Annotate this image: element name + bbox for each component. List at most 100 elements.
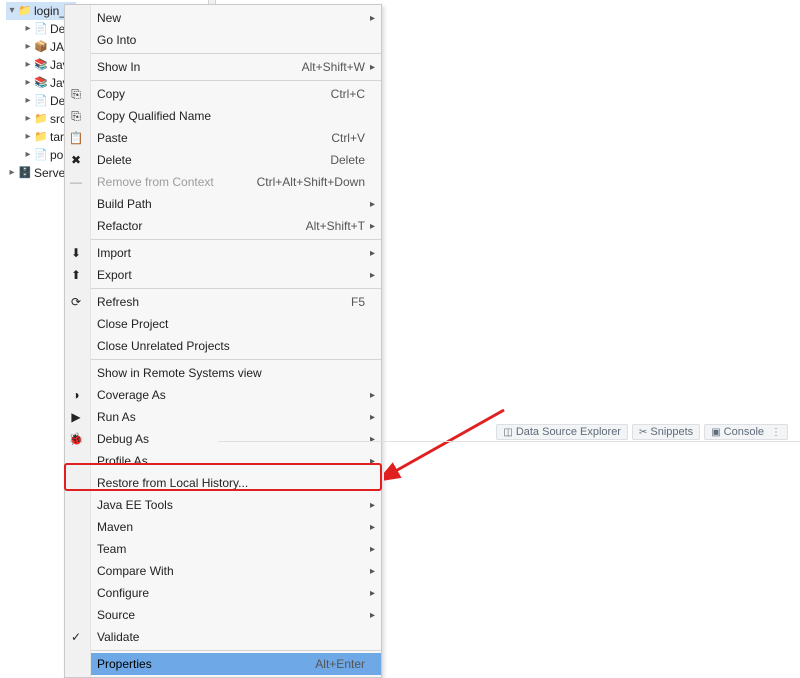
menu-item-import[interactable]: ⬇Import▸ (91, 242, 381, 264)
menu-item-run-as[interactable]: ▶Run As▸ (91, 406, 381, 428)
menu-item-properties[interactable]: PropertiesAlt+Enter (91, 653, 381, 675)
submenu-chevron-icon: ▸ (365, 588, 375, 599)
tab-label: Snippets (650, 426, 693, 438)
menu-item-coverage-as[interactable]: ◑Coverage As▸ (91, 384, 381, 406)
menu-item-label: Delete (97, 153, 330, 167)
menu-item-label: Import (97, 246, 365, 260)
export-icon: ⬆ (67, 268, 85, 282)
menu-item-go-into[interactable]: Go Into (91, 29, 381, 51)
menu-item-label: Compare With (97, 564, 365, 578)
menu-item-compare-with[interactable]: Compare With▸ (91, 560, 381, 582)
import-icon: ⬇ (67, 246, 85, 260)
folder-icon: 📄 (34, 22, 48, 36)
menu-item-label: Coverage As (97, 388, 365, 402)
menu-item-accelerator: Ctrl+C (331, 87, 365, 101)
refresh-icon: ⟳ (67, 295, 85, 309)
submenu-chevron-icon: ▸ (365, 13, 375, 24)
menu-item-label: Close Project (97, 317, 365, 331)
console-icon: ▣ (711, 427, 720, 438)
menu-item-refactor[interactable]: RefactorAlt+Shift+T▸ (91, 215, 381, 237)
context-menu-icon-column (65, 5, 91, 677)
menu-item-show-in[interactable]: Show InAlt+Shift+W▸ (91, 56, 381, 78)
submenu-chevron-icon: ▸ (365, 412, 375, 423)
menu-item-source[interactable]: Source▸ (91, 604, 381, 626)
menu-item-build-path[interactable]: Build Path▸ (91, 193, 381, 215)
menu-item-show-in-remote-systems-view[interactable]: Show in Remote Systems view (91, 362, 381, 384)
menu-item-close-unrelated-projects[interactable]: Close Unrelated Projects (91, 335, 381, 357)
folder-icon: 📄 (34, 148, 48, 162)
submenu-chevron-icon: ▸ (365, 221, 375, 232)
menu-item-label: Configure (97, 586, 365, 600)
menu-item-delete[interactable]: ✖DeleteDelete (91, 149, 381, 171)
menu-item-label: Refactor (97, 219, 306, 233)
folder-icon: 📚 (34, 58, 48, 72)
menu-item-label: Properties (97, 657, 315, 671)
menu-item-label: Refresh (97, 295, 351, 309)
menu-item-debug-as[interactable]: 🐞Debug As▸ (91, 428, 381, 450)
menu-item-label: Team (97, 542, 365, 556)
menu-item-label: Remove from Context (97, 175, 257, 189)
menu-item-configure[interactable]: Configure▸ (91, 582, 381, 604)
menu-item-accelerator: Alt+Shift+T (306, 219, 365, 233)
expander-closed-icon[interactable]: ▸ (6, 164, 18, 182)
menu-item-label: Maven (97, 520, 365, 534)
menu-item-label: Go Into (97, 33, 365, 47)
expander-closed-icon[interactable]: ▸ (22, 20, 34, 38)
menu-separator (91, 359, 381, 360)
menu-item-team[interactable]: Team▸ (91, 538, 381, 560)
debug-icon: 🐞 (67, 432, 85, 446)
menu-item-label: Show in Remote Systems view (97, 366, 365, 380)
tab-data-source-explorer[interactable]: ◫Data Source Explorer (496, 424, 628, 440)
menu-item-label: Show In (97, 60, 302, 74)
menu-item-accelerator: Delete (330, 153, 365, 167)
menu-item-maven[interactable]: Maven▸ (91, 516, 381, 538)
submenu-chevron-icon: ▸ (365, 390, 375, 401)
menu-item-profile-as[interactable]: Profile As▸ (91, 450, 381, 472)
minus-icon: — (67, 175, 85, 189)
menu-item-label: Source (97, 608, 365, 622)
menu-item-label: Export (97, 268, 365, 282)
expander-closed-icon[interactable]: ▸ (22, 38, 34, 56)
folder-icon: 📦 (34, 40, 48, 54)
menu-item-label: Close Unrelated Projects (97, 339, 365, 353)
tab-snippets[interactable]: ✂Snippets (632, 424, 700, 440)
menu-item-label: Build Path (97, 197, 365, 211)
context-menu[interactable]: New▸ Go Into Show InAlt+Shift+W▸ ⎘CopyCtrl+… (64, 4, 382, 678)
menu-item-paste[interactable]: 📋PasteCtrl+V (91, 127, 381, 149)
submenu-chevron-icon: ▸ (365, 566, 375, 577)
menu-item-refresh[interactable]: ⟳RefreshF5 (91, 291, 381, 313)
menu-item-label: Restore from Local History... (97, 476, 365, 490)
expander-closed-icon[interactable]: ▸ (22, 92, 34, 110)
expander-closed-icon[interactable]: ▸ (22, 146, 34, 164)
expander-closed-icon[interactable]: ▸ (22, 74, 34, 92)
views-tab-bar[interactable]: ◫Data Source Explorer✂Snippets▣Console⋮ (496, 424, 788, 440)
submenu-chevron-icon: ▸ (365, 199, 375, 210)
tab-console[interactable]: ▣Console⋮ (704, 424, 788, 440)
menu-item-close-project[interactable]: Close Project (91, 313, 381, 335)
expander-closed-icon[interactable]: ▸ (22, 128, 34, 146)
copy-icon: ⎘ (67, 109, 85, 124)
menu-item-accelerator: Ctrl+Alt+Shift+Down (257, 175, 365, 189)
run-icon: ▶ (67, 410, 85, 424)
expander-open-icon[interactable]: ▾ (6, 2, 18, 20)
menu-item-validate[interactable]: ✓Validate (91, 626, 381, 648)
submenu-chevron-icon: ▸ (365, 248, 375, 259)
menu-item-export[interactable]: ⬆Export▸ (91, 264, 381, 286)
snip-icon: ✂ (639, 427, 647, 438)
expander-closed-icon[interactable]: ▸ (22, 56, 34, 74)
folder-icon: 📄 (34, 94, 48, 108)
folder-icon: 📁 (34, 130, 48, 144)
menu-item-java-ee-tools[interactable]: Java EE Tools▸ (91, 494, 381, 516)
expander-closed-icon[interactable]: ▸ (22, 110, 34, 128)
menu-item-copy-qualified-name[interactable]: ⎘Copy Qualified Name (91, 105, 381, 127)
paste-icon: 📋 (67, 131, 85, 145)
menu-item-restore-from-local-history[interactable]: Restore from Local History... (91, 472, 381, 494)
menu-item-accelerator: Ctrl+V (331, 131, 365, 145)
menu-item-copy[interactable]: ⎘CopyCtrl+C (91, 83, 381, 105)
menu-item-label: Java EE Tools (97, 498, 365, 512)
menu-item-new[interactable]: New▸ (91, 7, 381, 29)
menu-item-accelerator: F5 (351, 295, 365, 309)
menu-item-label: Paste (97, 131, 331, 145)
validate-icon: ✓ (67, 630, 85, 644)
annotation-arrow (384, 405, 514, 485)
